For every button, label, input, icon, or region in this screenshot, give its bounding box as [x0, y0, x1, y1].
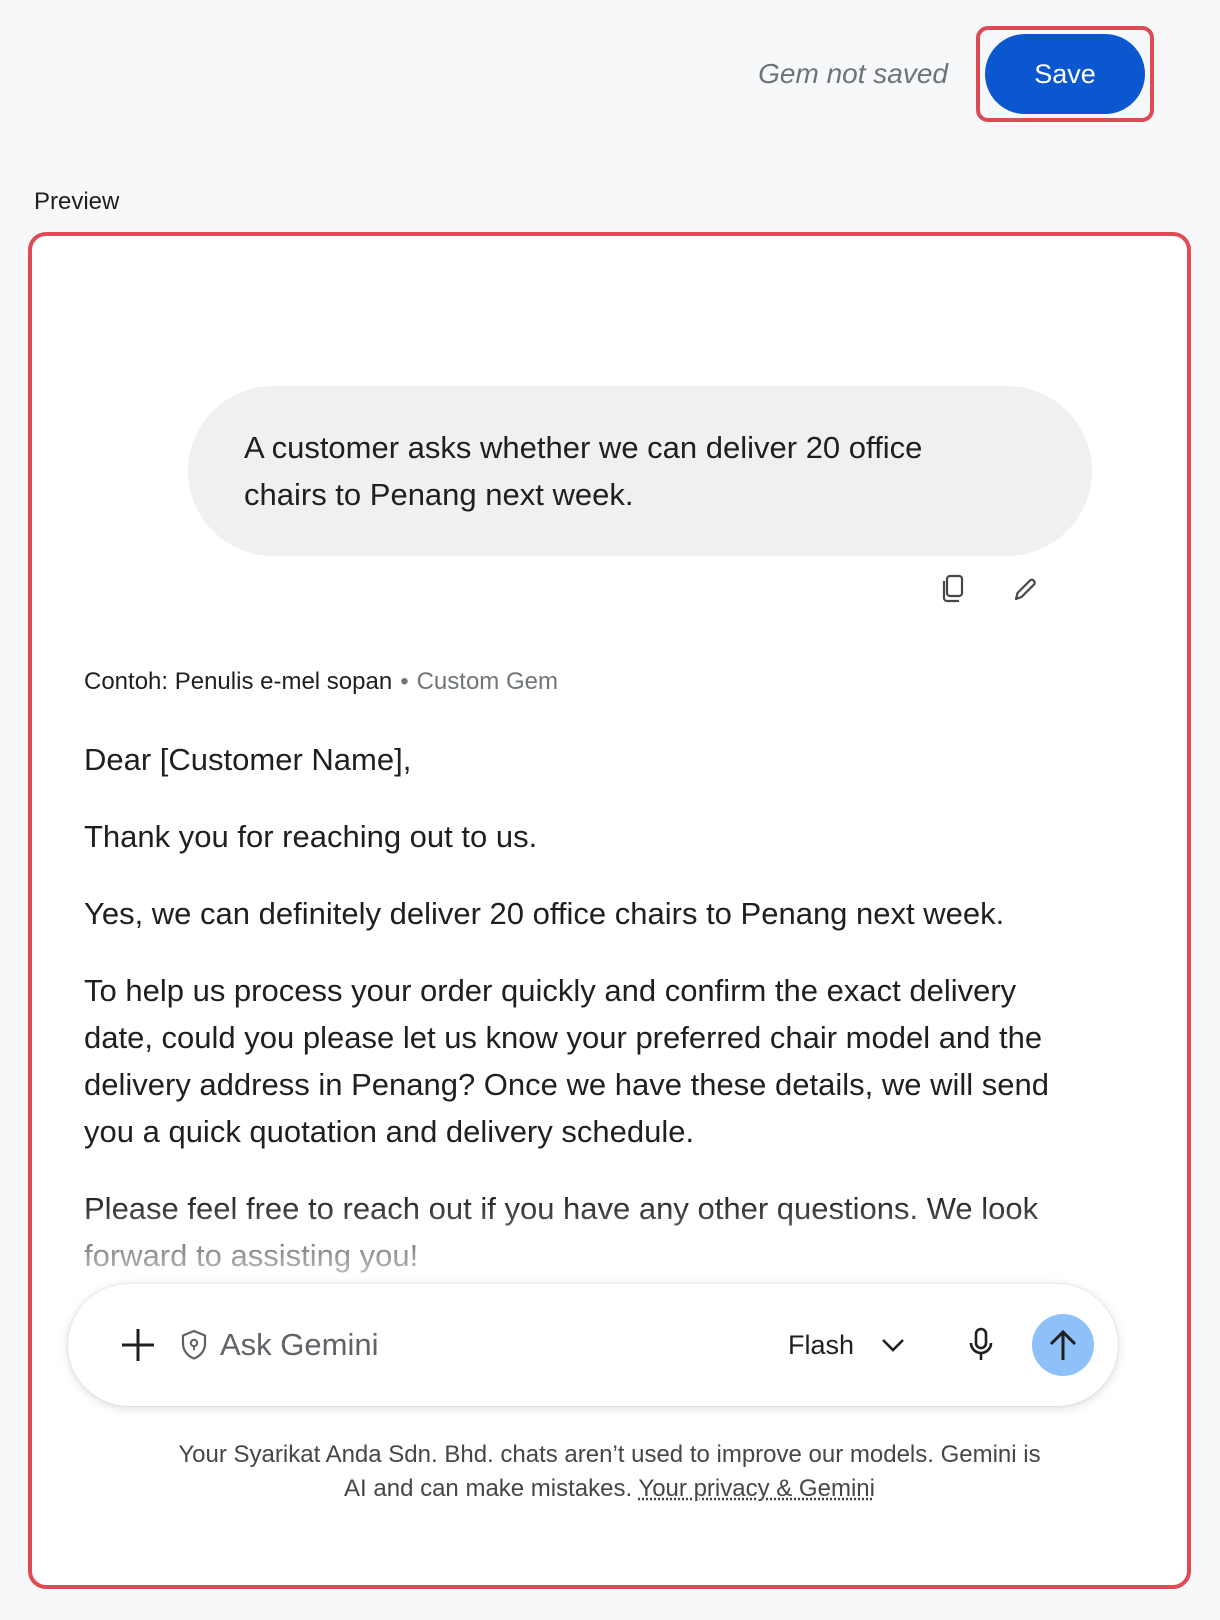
edit-icon[interactable]	[1012, 574, 1038, 604]
response-line: date, could you please let us know your …	[84, 1020, 1043, 1055]
save-button[interactable]: Save	[985, 34, 1145, 114]
response-line: Please feel free to reach out if you hav…	[84, 1191, 1039, 1226]
response-paragraph: Thank you for reaching out to us.	[84, 819, 538, 854]
mic-icon[interactable]	[968, 1327, 994, 1363]
user-message-line: A customer asks whether we can deliver 2…	[244, 430, 923, 465]
model-selector[interactable]: Flash	[788, 1330, 854, 1361]
disclaimer-line: Your Syarikat Anda Sdn. Bhd. chats aren’…	[178, 1441, 1041, 1468]
prompt-input-bar: Ask Gemini Flash	[68, 1284, 1118, 1406]
response-paragraph: Please feel free to reach out if you hav…	[84, 1185, 1124, 1279]
preview-panel: A customer asks whether we can deliver 2…	[28, 232, 1191, 1589]
plus-icon[interactable]	[120, 1327, 156, 1363]
disclaimer-line: AI and can make mistakes. Your privacy &…	[32, 1472, 1187, 1506]
response-line: delivery address in Penang? Once we have…	[84, 1067, 1049, 1102]
shield-icon	[181, 1329, 207, 1360]
gem-name: Contoh: Penulis e-mel sopan	[84, 668, 393, 695]
gem-type: Custom Gem	[416, 668, 558, 695]
response-paragraph: To help us process your order quickly an…	[84, 967, 1124, 1155]
arrow-up-icon	[1049, 1329, 1077, 1360]
disclaimer: Your Syarikat Anda Sdn. Bhd. chats aren’…	[32, 1438, 1187, 1506]
disclaimer-text: AI and can make mistakes.	[344, 1475, 639, 1502]
preview-label: Preview	[34, 188, 120, 215]
message-actions	[940, 574, 1038, 604]
prompt-input[interactable]: Ask Gemini	[220, 1327, 788, 1363]
copy-icon[interactable]	[940, 574, 966, 604]
response-line: To help us process your order quickly an…	[84, 973, 1017, 1008]
top-bar: Gem not saved Save	[758, 26, 1154, 122]
response-line: forward to assisting you!	[84, 1238, 419, 1273]
response-line: you a quick quotation and delivery sched…	[84, 1114, 695, 1149]
user-message-line: chairs to Penang next week.	[244, 477, 634, 512]
send-button[interactable]	[1032, 1314, 1094, 1376]
privacy-link[interactable]: Your privacy & Gemini	[638, 1475, 875, 1502]
response-greeting: Dear [Customer Name],	[84, 742, 412, 777]
byline-separator: •	[400, 668, 409, 695]
save-button-highlight: Save	[976, 26, 1154, 122]
user-message-bubble: A customer asks whether we can deliver 2…	[188, 386, 1092, 556]
save-status-text: Gem not saved	[758, 58, 948, 89]
gem-response: Dear [Customer Name], Thank you for reac…	[84, 736, 1124, 1309]
response-paragraph: Yes, we can definitely deliver 20 office…	[84, 896, 1005, 931]
gem-byline: Contoh: Penulis e-mel sopan • Custom Gem	[84, 668, 558, 696]
chevron-down-icon[interactable]	[880, 1337, 906, 1353]
